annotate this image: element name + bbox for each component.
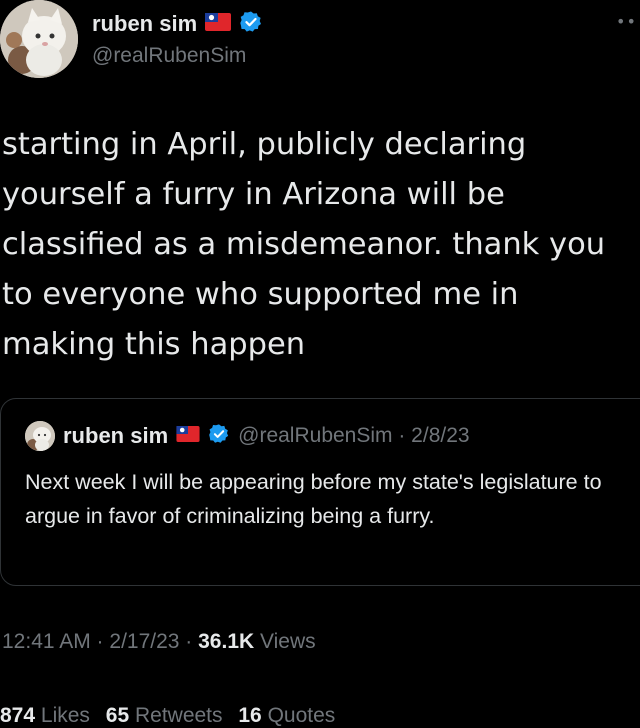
quoted-avatar[interactable]	[25, 421, 55, 451]
likes-label: Likes	[40, 704, 90, 727]
tweet-line: making this happen	[2, 327, 306, 362]
quotes-stat[interactable]: 16 Quotes	[238, 704, 335, 727]
engagement-stats: 874 Likes 65 Retweets 16 Quotes	[0, 704, 345, 728]
likes-count: 874	[0, 704, 36, 727]
retweets-label: Retweets	[134, 704, 223, 727]
retweets-count: 65	[105, 704, 130, 727]
retweets-stat[interactable]: 65 Retweets	[106, 704, 223, 727]
quoted-tweet-text: Next week I will be appearing before my …	[25, 470, 602, 528]
tweet-line: to everyone who supported me in	[2, 277, 519, 312]
taiwan-flag-icon	[205, 13, 232, 35]
quotes-count: 16	[238, 704, 262, 727]
verified-badge-icon	[239, 10, 263, 38]
avatar[interactable]	[0, 0, 78, 78]
quotes-label: Quotes	[267, 704, 336, 727]
tweet-line: classified as a misdemeanor. thank you	[2, 227, 606, 262]
quoted-tweet-header: ruben sim @realRubenSim · 2/8/23	[25, 421, 470, 451]
quoted-display-name[interactable]: ruben sim	[63, 423, 168, 449]
author-name-row: ruben sim	[92, 10, 263, 38]
tweet-line: yourself a furry in Arizona will be	[2, 177, 505, 212]
quoted-tweet[interactable]: ruben sim @realRubenSim · 2/8/23 Next we…	[0, 398, 640, 586]
views-count: 36.1K	[198, 630, 255, 653]
author-handle[interactable]: @realRubenSim	[92, 44, 246, 68]
tweet-text: starting in April, publicly declaring yo…	[2, 120, 640, 370]
likes-stat[interactable]: 874 Likes	[0, 704, 90, 727]
quoted-handle-date[interactable]: @realRubenSim · 2/8/23	[238, 424, 469, 448]
taiwan-flag-icon	[176, 426, 200, 446]
verified-badge-icon	[208, 423, 230, 449]
views-label: Views	[254, 630, 316, 653]
more-options-icon[interactable]: ••	[616, 12, 637, 31]
tweet-timestamp: 12:41 AM · 2/17/23 · 36.1K Views	[2, 630, 316, 654]
time-date[interactable]: 12:41 AM · 2/17/23 ·	[2, 630, 198, 653]
author-display-name[interactable]: ruben sim	[92, 11, 197, 37]
tweet-line: starting in April, publicly declaring	[2, 127, 527, 162]
